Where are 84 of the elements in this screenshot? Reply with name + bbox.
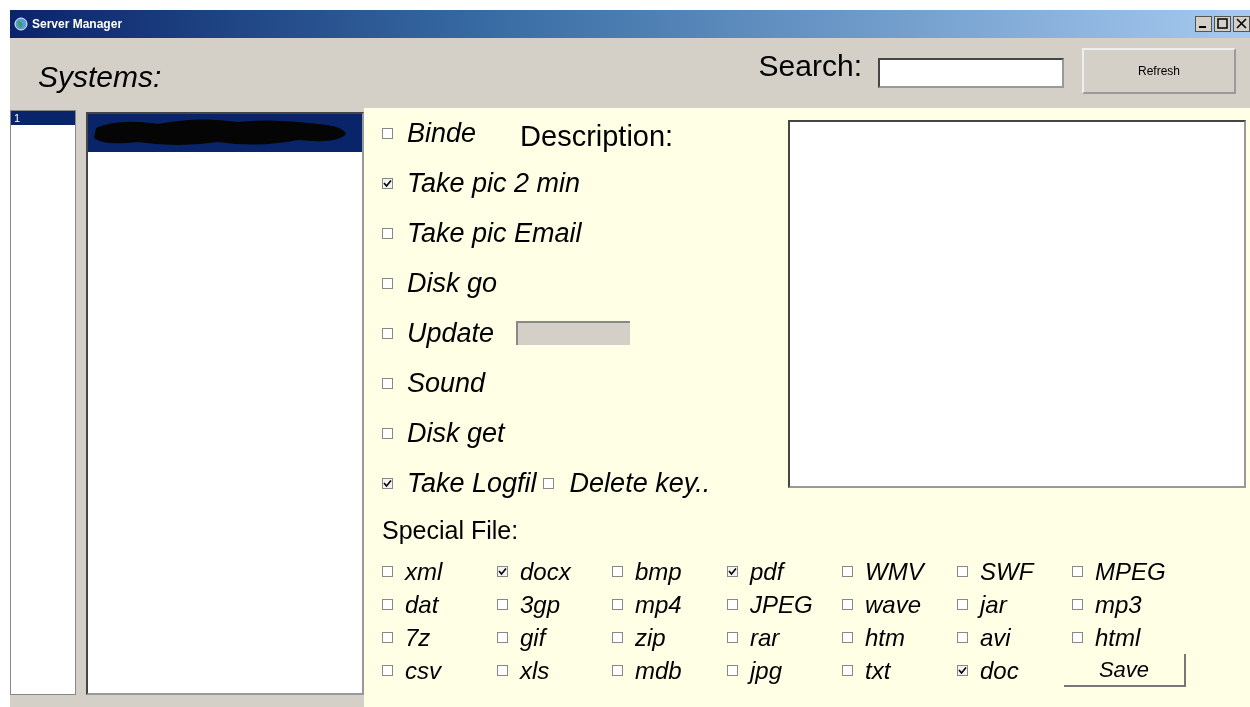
description-field[interactable] <box>788 120 1246 488</box>
checkbox[interactable] <box>382 477 393 489</box>
file-type-label: zip <box>635 623 666 652</box>
option-label: Take pic 2 min <box>407 167 581 199</box>
file-type-label: WMV <box>865 557 924 586</box>
file-type-label: mdb <box>635 656 682 685</box>
file-type-label: mp4 <box>635 590 682 619</box>
maximize-icon[interactable] <box>1214 16 1231 32</box>
description-label: Description: <box>520 119 674 153</box>
checkbox[interactable] <box>382 327 393 339</box>
option-label: Disk get <box>407 417 505 449</box>
checkbox[interactable] <box>612 566 623 577</box>
globe-icon <box>14 17 28 31</box>
file-type-label: gif <box>520 623 546 652</box>
checkbox[interactable] <box>382 566 393 577</box>
window-title: Server Manager <box>32 17 123 31</box>
checkbox[interactable] <box>727 566 738 577</box>
checkbox[interactable] <box>1072 566 1083 577</box>
file-type-label: 3gp <box>520 590 561 619</box>
close-icon[interactable] <box>1233 16 1250 32</box>
checkbox[interactable] <box>1072 632 1083 643</box>
file-type-label: xls <box>520 656 550 685</box>
file-type-label: rar <box>750 623 780 652</box>
file-type-label: html <box>1095 623 1141 652</box>
file-type-label: SWF <box>980 557 1034 586</box>
file-type-label: txt <box>865 656 891 685</box>
list-item[interactable]: 1 <box>11 111 75 125</box>
checkbox[interactable] <box>727 599 738 610</box>
file-type-label: 7z <box>405 623 431 652</box>
file-type-label: xml <box>405 557 443 586</box>
file-type-label: dat <box>405 590 439 619</box>
checkbox[interactable] <box>382 377 393 389</box>
checkbox[interactable] <box>957 599 968 610</box>
checkbox[interactable] <box>382 227 393 239</box>
refresh-button[interactable]: Refresh <box>1082 48 1236 94</box>
checkbox[interactable] <box>497 599 508 610</box>
option-label: Take Logfil <box>407 467 537 499</box>
search-field[interactable] <box>878 58 1064 88</box>
search-label: Search: <box>758 49 862 83</box>
checkbox[interactable] <box>612 665 623 676</box>
file-type-label: htm <box>865 623 905 652</box>
option-label: Sound <box>407 367 486 399</box>
option-label: Update <box>407 317 495 349</box>
minimize-icon[interactable] <box>1195 16 1212 32</box>
special-file-label: Special File: <box>382 516 520 545</box>
file-type-label: bmp <box>635 557 682 586</box>
checkbox[interactable] <box>957 665 968 676</box>
checkbox[interactable] <box>957 566 968 577</box>
checkbox[interactable] <box>497 566 508 577</box>
checkbox[interactable] <box>382 127 393 139</box>
checkbox[interactable] <box>1072 599 1083 610</box>
checkbox[interactable] <box>497 665 508 676</box>
checkbox[interactable] <box>382 277 393 289</box>
option-label: Delete key.. <box>569 467 711 499</box>
option-label: Disk go <box>407 267 498 299</box>
checkbox[interactable] <box>382 427 393 439</box>
option-label: Take pic Email <box>407 217 582 249</box>
option-label: Binde <box>407 117 477 149</box>
save-button[interactable]: Save <box>1064 654 1186 687</box>
checkbox[interactable] <box>382 599 393 610</box>
checkbox[interactable] <box>842 665 853 676</box>
systems-heading: Systems: <box>38 60 162 94</box>
file-type-label: doc <box>980 656 1019 685</box>
checkbox[interactable] <box>382 665 393 676</box>
checkbox[interactable] <box>842 599 853 610</box>
checkbox[interactable] <box>612 632 623 643</box>
file-type-label: MPEG <box>1095 557 1166 586</box>
file-type-label: pdf <box>750 557 784 586</box>
checkbox[interactable] <box>382 177 393 189</box>
checkbox[interactable] <box>382 632 393 643</box>
checkbox[interactable] <box>842 632 853 643</box>
checkbox[interactable] <box>542 477 554 489</box>
file-type-label: avi <box>980 623 1011 652</box>
checkbox[interactable] <box>612 599 623 610</box>
checkbox[interactable] <box>842 566 853 577</box>
file-type-label: JPEG <box>750 590 813 619</box>
checkbox[interactable] <box>727 632 738 643</box>
file-type-label: docx <box>520 557 571 586</box>
checkbox[interactable] <box>957 632 968 643</box>
file-type-label: csv <box>405 656 441 685</box>
checkbox[interactable] <box>497 632 508 643</box>
file-type-label: mp3 <box>1095 590 1142 619</box>
checkbox[interactable] <box>727 665 738 676</box>
file-type-label: wave <box>865 590 922 619</box>
